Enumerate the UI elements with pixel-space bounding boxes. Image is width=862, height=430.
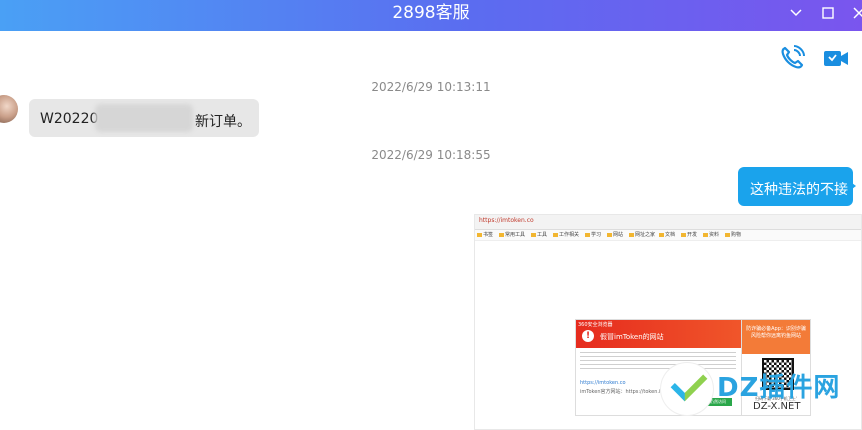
bookmark-item: 工具: [531, 231, 547, 238]
bookmark-item: 网站: [607, 231, 623, 238]
image-attachment[interactable]: https://imtoken.co 书签 常用工具 工具 工作相关 学习 网站…: [474, 214, 862, 430]
message-timestamp: 2022/6/29 10:18:55: [371, 148, 491, 162]
bookmark-item: 文档: [659, 231, 675, 238]
maximize-icon[interactable]: [819, 4, 837, 22]
phone-call-icon[interactable]: [778, 44, 806, 72]
warning-official-link: imToken官方网站：https://token.im: [580, 389, 666, 395]
window-title: 2898客服: [392, 3, 470, 23]
warning-body-text: [580, 352, 736, 372]
incoming-message-text-suffix: 新订单。: [195, 114, 251, 130]
bookmark-item: 学习: [585, 231, 601, 238]
video-call-icon[interactable]: [822, 44, 850, 72]
bookmark-item: 资料: [703, 231, 719, 238]
chevron-down-icon[interactable]: [787, 4, 805, 22]
promo-header: 防诈骗必备App：识别诈骗风险帮你远离钓鱼网站: [742, 320, 810, 354]
incoming-message-text-prefix: W20220: [40, 111, 99, 127]
close-icon[interactable]: [850, 4, 862, 22]
watermark-subtext: DZ-X.NET: [753, 401, 801, 412]
warning-link: https://imtoken.co: [580, 380, 626, 386]
bookmarks-bar: 书签 常用工具 工具 工作相关 学习 网站 网址之家 文档 开发 资料 购物: [475, 230, 861, 241]
alert-icon: !: [582, 330, 594, 342]
browser-url: https://imtoken.co: [479, 217, 534, 224]
outgoing-message-text: 这种违法的不接: [750, 182, 848, 198]
title-bar: 2898客服: [0, 0, 862, 31]
watermark-text: DZ插件网: [717, 373, 841, 403]
warning-title: 假冒imToken的网站: [600, 333, 664, 341]
browser-address-bar: https://imtoken.co: [475, 215, 861, 230]
warning-source-label: 360安全浏览器: [578, 322, 613, 328]
bookmark-item: 开发: [681, 231, 697, 238]
promo-text: 防诈骗必备App：识别诈骗风险帮你远离钓鱼网站: [746, 326, 806, 339]
bookmark-item: 购物: [725, 231, 741, 238]
bookmark-item: 网址之家: [629, 231, 655, 238]
bookmark-item: 常用工具: [499, 231, 525, 238]
bookmark-item: 书签: [477, 231, 493, 238]
warning-header: 360安全浏览器 ! 假冒imToken的网站: [576, 320, 742, 348]
avatar[interactable]: [0, 95, 18, 123]
bubble-tail: [848, 180, 856, 192]
message-timestamp: 2022/6/29 10:13:11: [371, 80, 491, 94]
redacted-order-number: [95, 104, 193, 132]
bookmark-item: 工作相关: [553, 231, 579, 238]
